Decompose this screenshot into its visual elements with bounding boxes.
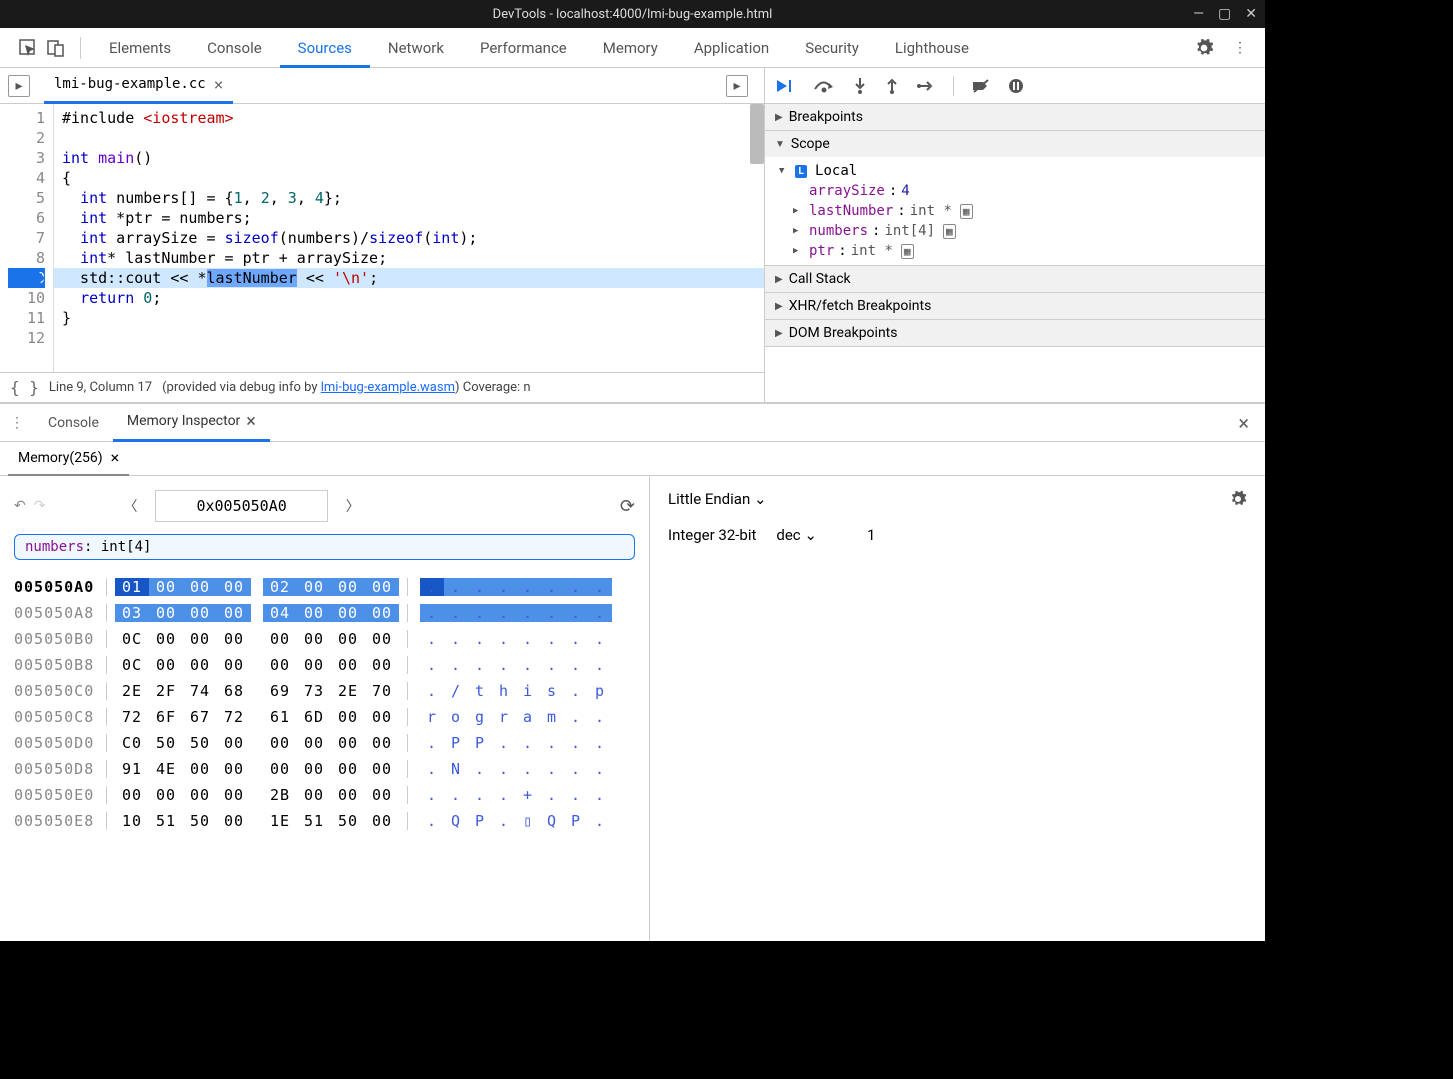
file-tabs: ▸ lmi-bug-example.cc × ▸ (0, 68, 764, 104)
hex-row[interactable]: 005050B80C00000000000000........ (14, 652, 635, 678)
close-drawer-icon[interactable]: × (1238, 411, 1255, 435)
minimize-icon[interactable]: — (1193, 6, 1204, 22)
hex-row[interactable]: 005050A00100000002000000........ (14, 574, 635, 600)
inspect-icon[interactable] (14, 34, 42, 62)
tab-console[interactable]: Console (189, 28, 280, 68)
file-tab[interactable]: lmi-bug-example.cc × (44, 68, 233, 104)
scrollbar[interactable] (750, 104, 764, 164)
chevron-right-icon: ▶ (775, 112, 783, 123)
memory-icon[interactable]: ▦ (943, 224, 956, 239)
chevron-right-icon: ▶ (775, 328, 783, 339)
kebab-icon[interactable]: ⋮ (1229, 37, 1251, 59)
dom-breakpoints-section[interactable]: ▶DOM Breakpoints (765, 320, 1265, 346)
chevron-down-icon: ⌄ (754, 490, 767, 508)
run-snippet-icon[interactable]: ▸ (726, 75, 748, 97)
callstack-section[interactable]: ▶Call Stack (765, 266, 1265, 292)
chevron-down-icon: ▼ (775, 139, 785, 150)
next-page-icon[interactable]: 〉 (340, 496, 366, 516)
undo-icon[interactable]: ↶ (14, 498, 26, 514)
debug-toolbar (765, 68, 1265, 104)
hex-row[interactable]: 005050C02E2F746869732E70./this.p (14, 678, 635, 704)
wasm-link[interactable]: lmi-bug-example.wasm (321, 380, 455, 395)
tab-sources[interactable]: Sources (280, 28, 370, 68)
device-icon[interactable] (42, 34, 70, 62)
drawer-tabs: ⋮ Console Memory Inspector× × (0, 404, 1265, 442)
close-tab-icon[interactable]: × (214, 75, 224, 94)
step-into-icon[interactable] (853, 78, 867, 94)
memory-tab[interactable]: Memory(256)× (8, 442, 129, 476)
scope-section[interactable]: ▼Scope (765, 131, 1265, 157)
memory-icon[interactable]: ▦ (901, 244, 914, 259)
hex-row[interactable]: 005050A80300000004000000........ (14, 600, 635, 626)
main-tabs: ElementsConsoleSourcesNetworkPerformance… (0, 28, 1265, 68)
drawer-kebab-icon[interactable]: ⋮ (10, 415, 24, 431)
integer-type-label: Integer 32-bit (668, 526, 756, 544)
step-icon[interactable] (917, 79, 935, 93)
cursor-position: Line 9, Column 17 (49, 380, 152, 395)
pretty-print-icon[interactable]: { } (10, 378, 39, 397)
navigator-toggle-icon[interactable]: ▸ (8, 75, 30, 97)
code-editor[interactable]: 123456789101112 #include <iostream>int m… (0, 104, 764, 372)
xhr-breakpoints-section[interactable]: ▶XHR/fetch Breakpoints (765, 293, 1265, 319)
debug-sidebar: ▶Breakpoints ▼Scope ▼LLocal arraySize: 4… (765, 68, 1265, 402)
step-over-icon[interactable] (813, 79, 835, 93)
scope-var[interactable]: ▶lastNumber: int *▦ (765, 201, 1265, 221)
memory-icon[interactable]: ▦ (960, 204, 973, 219)
memory-object-chip[interactable]: numbers: int[4] (14, 534, 635, 560)
refresh-icon[interactable]: ⟳ (620, 496, 635, 517)
pause-exceptions-icon[interactable] (1008, 78, 1024, 94)
hex-viewer[interactable]: 005050A00100000002000000........005050A8… (14, 574, 635, 834)
tab-application[interactable]: Application (676, 28, 787, 68)
deactivate-breakpoints-icon[interactable] (972, 78, 990, 94)
gear-icon[interactable] (1229, 490, 1247, 508)
local-badge-icon: L (795, 165, 807, 178)
chevron-right-icon: ▶ (775, 301, 783, 312)
tab-security[interactable]: Security (787, 28, 877, 68)
status-bar: { } Line 9, Column 17 (provided via debu… (0, 372, 764, 402)
redo-icon[interactable]: ↷ (34, 498, 46, 514)
tab-console[interactable]: Console (34, 404, 113, 442)
breakpoints-section[interactable]: ▶Breakpoints (765, 104, 1265, 130)
step-out-icon[interactable] (885, 78, 899, 94)
hex-row[interactable]: 005050E0000000002B000000....+... (14, 782, 635, 808)
resume-icon[interactable] (775, 78, 795, 94)
gear-icon[interactable] (1193, 37, 1215, 59)
hex-row[interactable]: 005050C8726F6772616D0000rogram.. (14, 704, 635, 730)
tab-performance[interactable]: Performance (462, 28, 585, 68)
endianness-select[interactable]: Little Endian ⌄ (668, 490, 767, 508)
close-icon[interactable]: × (246, 411, 256, 432)
chevron-right-icon: ▶ (775, 274, 783, 285)
scope-var[interactable]: arraySize: 4 (765, 181, 1265, 201)
file-tab-name: lmi-bug-example.cc (54, 76, 206, 92)
address-input[interactable]: 0x005050A0 (155, 490, 327, 522)
tab-elements[interactable]: Elements (91, 28, 189, 68)
hex-row[interactable]: 005050B00C00000000000000........ (14, 626, 635, 652)
tab-memory[interactable]: Memory (585, 28, 676, 68)
scope-var[interactable]: ▶numbers: int[4]▦ (765, 221, 1265, 241)
prev-page-icon[interactable]: 〈 (117, 496, 143, 516)
maximize-icon[interactable]: ▢ (1218, 6, 1231, 22)
titlebar: DevTools - localhost:4000/lmi-bug-exampl… (0, 0, 1265, 28)
tab-memory-inspector[interactable]: Memory Inspector× (113, 404, 270, 442)
close-icon[interactable]: × (111, 448, 120, 467)
close-icon[interactable]: ✕ (1245, 6, 1257, 22)
format-select[interactable]: dec ⌄ (776, 526, 817, 544)
scope-var[interactable]: ▶ptr: int *▦ (765, 241, 1265, 261)
scope-local[interactable]: ▼LLocal (765, 161, 1265, 181)
hex-row[interactable]: 005050E8105150001E515000.QP.▯QP. (14, 808, 635, 834)
tab-lighthouse[interactable]: Lighthouse (877, 28, 987, 68)
integer-value: 1 (867, 526, 875, 544)
tab-network[interactable]: Network (370, 28, 462, 68)
chevron-down-icon: ⌄ (804, 526, 817, 544)
hex-row[interactable]: 005050D8914E000000000000.N...... (14, 756, 635, 782)
hex-row[interactable]: 005050D0C050500000000000.PP..... (14, 730, 635, 756)
window-title: DevTools - localhost:4000/lmi-bug-exampl… (493, 7, 773, 22)
